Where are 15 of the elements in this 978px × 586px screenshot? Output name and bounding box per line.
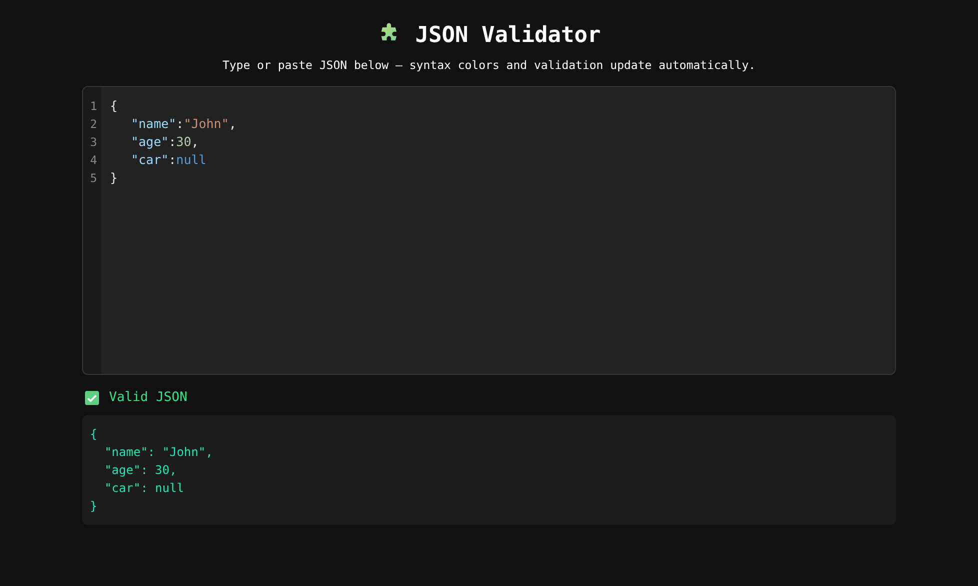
line-number: 5 [89, 170, 98, 187]
line-number: 4 [89, 152, 98, 169]
line-number: 3 [89, 134, 98, 151]
formatted-output: { "name": "John", "age": 30, "car": null } [82, 415, 896, 525]
code-line: "car":null [130, 151, 208, 169]
code-line: "age":30, [130, 133, 200, 151]
line-number: 1 [89, 98, 98, 115]
subtitle: Type or paste JSON below — syntax colors and validation update automatically. [221, 58, 757, 72]
code-line: "name":"John", [130, 115, 236, 133]
page-title: JSON Validator [415, 22, 601, 48]
code-line: { [110, 97, 119, 115]
code-editor[interactable]: 1 2 3 4 5 { "name":"John", "age":30, "car":null } [82, 86, 896, 375]
line-number: 2 [89, 116, 98, 133]
validation-status: Valid JSON [109, 390, 188, 405]
code-line: } [110, 169, 119, 187]
